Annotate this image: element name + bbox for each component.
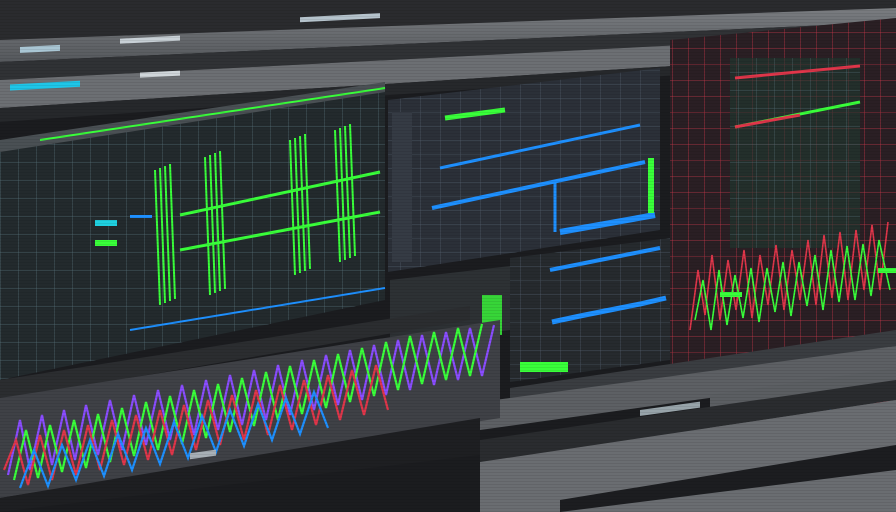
daw-workspace — [0, 0, 896, 512]
center-top-panel[interactable] — [388, 68, 660, 272]
right-grid-panel[interactable] — [670, 18, 896, 375]
